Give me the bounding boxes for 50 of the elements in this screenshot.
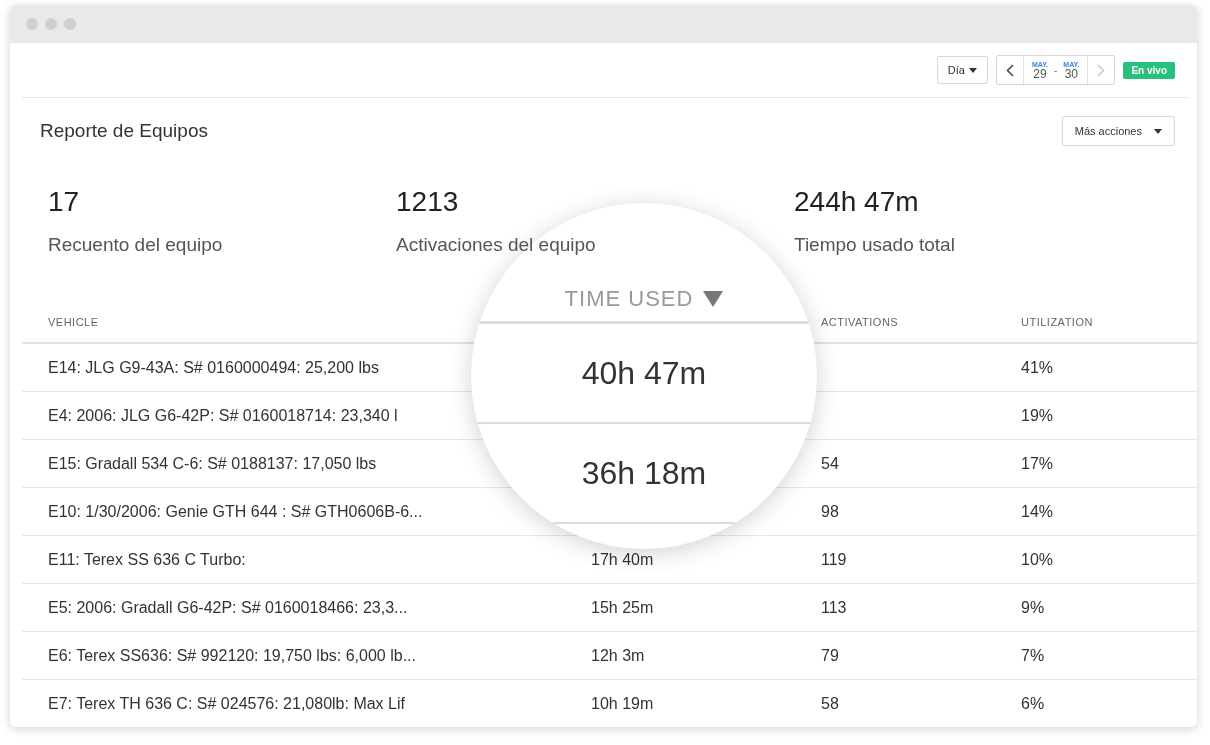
column-header[interactable]: VEHICLE [48, 316, 99, 328]
vehicle-cell: E15: Gradall 534 C-6: S# 0188137: 17,050 lbs [48, 454, 377, 473]
utilization-cell: 19% [1021, 406, 1054, 425]
time-used-cell: 15h 25m [591, 598, 654, 617]
activations-cell: 79 [821, 646, 839, 665]
activations-cell: 54 [821, 454, 839, 473]
window-dot[interactable] [26, 18, 38, 30]
date-day: 29 [1033, 67, 1047, 80]
report-title: Reporte de Equipos [40, 120, 208, 142]
window-dot[interactable] [64, 18, 76, 30]
stat-label: Tiempo usado total [794, 234, 956, 256]
vehicle-cell: E11: Terex SS 636 C Turbo: [48, 550, 246, 569]
time-used-cell: 17h 40m [591, 550, 654, 569]
utilization-cell: 6% [1021, 694, 1045, 713]
activations-cell: 119 [821, 550, 847, 569]
period-dropdown[interactable]: Día [936, 56, 988, 84]
column-header[interactable]: UTILIZATION [1021, 316, 1093, 328]
stat-value: 1213 [396, 186, 460, 218]
time-used-cell: 10h 19m [591, 694, 654, 713]
vehicle-cell: E4: 2006: JLG G6-42P: S# 0160018714: 23,340 l [48, 406, 398, 425]
utilization-cell: 9% [1021, 598, 1045, 617]
time-used-cell: 12h 3m [591, 646, 645, 665]
window-dot[interactable] [45, 18, 57, 30]
column-header[interactable]: ACTIVATIONS [821, 316, 899, 328]
caret-icon [1154, 128, 1162, 134]
more-actions-button[interactable]: Más acciones [1061, 116, 1175, 146]
utilization-cell: 41% [1021, 358, 1054, 377]
vehicle-cell: E7: Terex TH 636 C: S# 024576: 21,080lb: Max Lif [48, 694, 405, 713]
chevron-left-icon [1005, 63, 1014, 77]
time-used-cell: 40h 47m [581, 354, 707, 392]
stat-label: Recuento del equipo [48, 234, 224, 256]
vehicle-cell: E10: 1/30/2006: Genie GTH 644 : S# GTH0606B-6... [48, 502, 423, 521]
activations-cell: 58 [821, 694, 839, 713]
stat-label: Activaciones del equipo [396, 234, 597, 256]
date-day: 30 [1064, 67, 1079, 80]
activations-cell: 98 [821, 502, 839, 521]
caret-icon [968, 67, 977, 73]
utilization-cell: 17% [1021, 454, 1054, 473]
vehicle-cell: E14: JLG G9-43A: S# 0160000494: 25,200 lbs [48, 358, 379, 377]
date-separator: - [1054, 64, 1058, 76]
utilization-cell: 10% [1021, 550, 1054, 569]
activations-cell: 113 [821, 598, 847, 617]
time-used-cell: 36h 18m [581, 454, 707, 492]
vehicle-cell: E5: 2006: Gradall G6-42P: S# 0160018466: 23,3... [48, 598, 408, 617]
utilization-cell: 14% [1021, 502, 1054, 521]
stat-value: 17 [48, 186, 81, 218]
vehicle-cell: E6: Terex SS636: S# 992120: 19,750 lbs: 6,000 lb... [48, 646, 416, 665]
utilization-cell: 7% [1021, 646, 1045, 665]
chevron-right-icon [1097, 63, 1106, 77]
stat-value: 244h 47m [794, 186, 920, 218]
